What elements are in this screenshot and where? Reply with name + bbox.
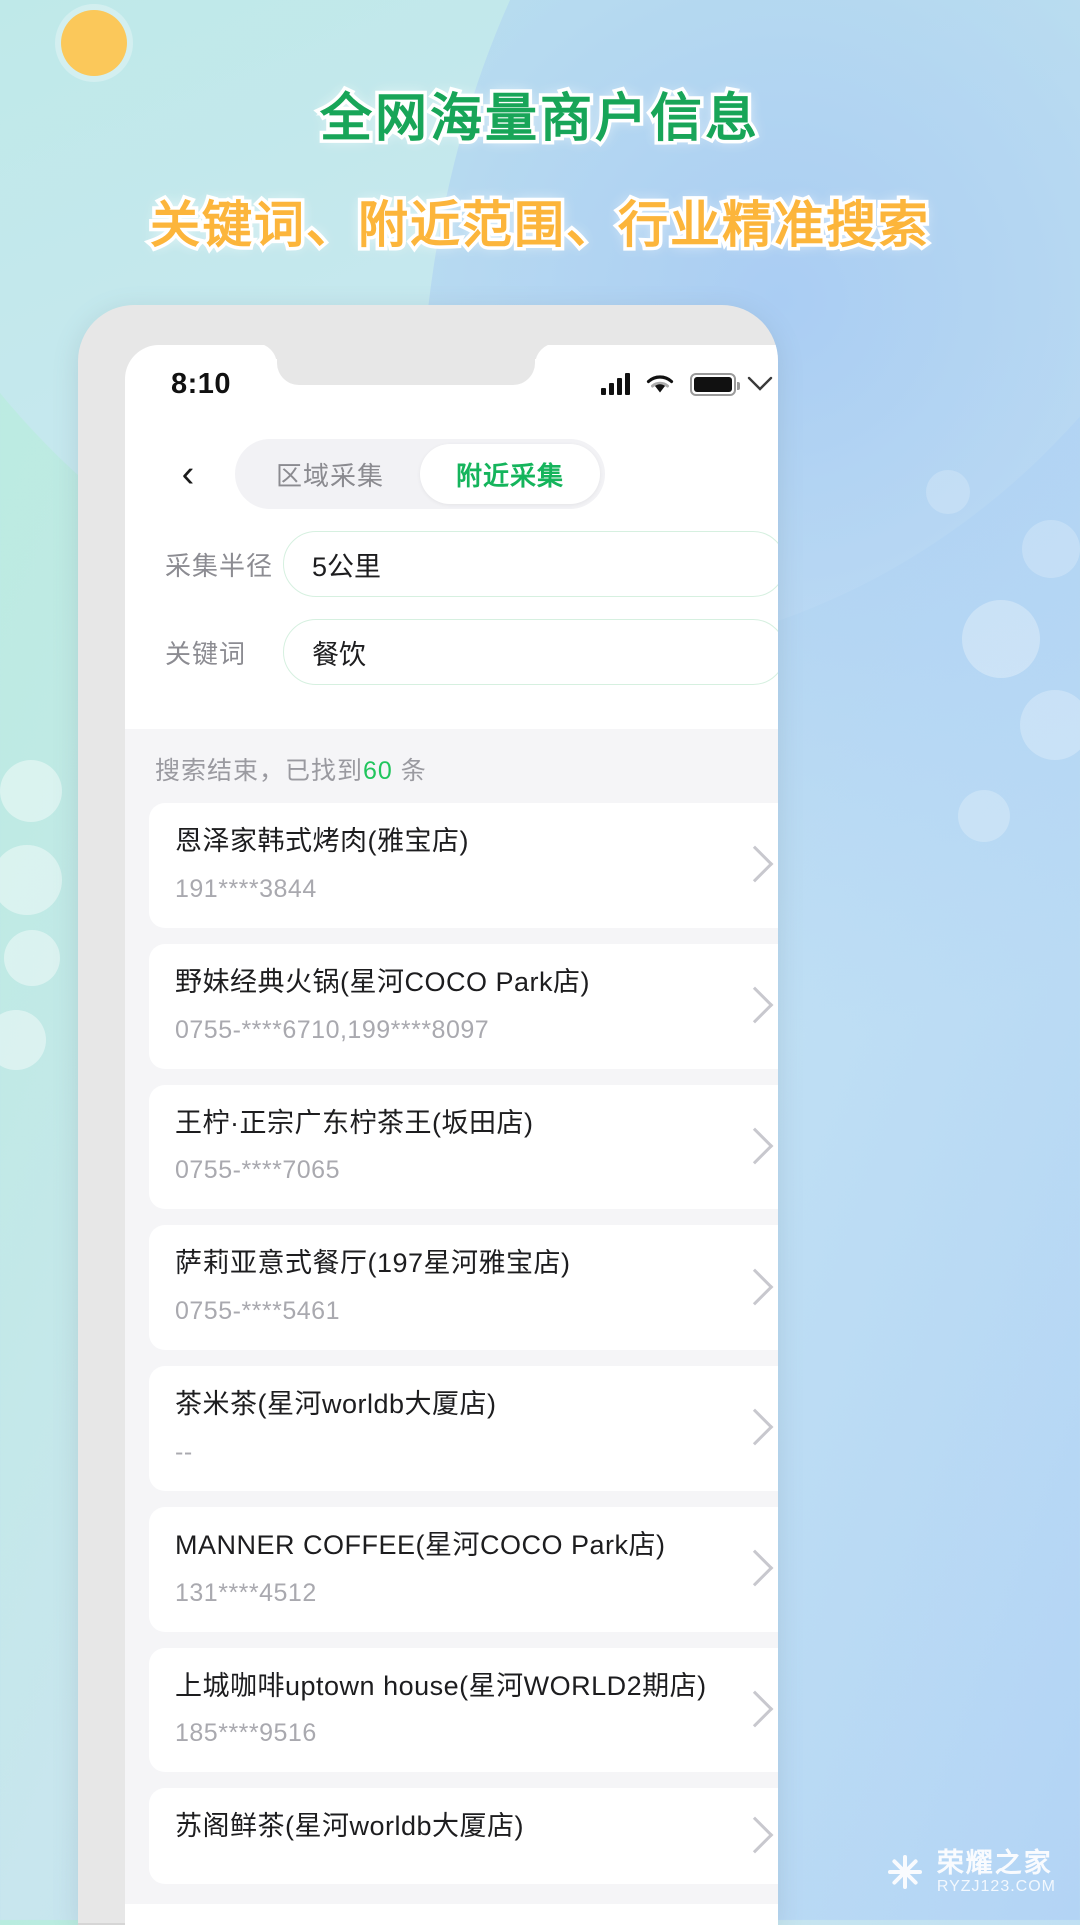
merchant-card[interactable]: 王柠·正宗广东柠茶王(坂田店) 0755-****7065 [149,1084,778,1210]
status-icons [601,372,774,396]
tab-area-collect[interactable]: 区域采集 [240,444,420,504]
battery-icon [690,372,740,396]
merchant-card[interactable]: 上城咖啡uptown house(星河WORLD2期店) 185****9516 [149,1647,778,1773]
field-radius: 采集半径 5公里 [165,531,778,597]
results-status-suffix: 条 [400,757,427,785]
phone-mockup: 8:10 ‹ 区域采集 附近采集 采集半径 5公里 关键词 餐饮 搜索结束，已找… [78,305,778,1925]
watermark-name: 荣耀之家 [936,1847,1053,1878]
decorative-dot [926,470,970,514]
promo-title: 全网海量商户信息 [316,87,760,152]
results-section: 搜索结束，已找到60 条 恩泽家韩式烤肉(雅宝店) 191****3844 野妹经典… [125,729,778,1904]
tab-nearby-collect[interactable]: 附近采集 [420,444,600,504]
status-time: 8:10 [171,367,232,400]
tab-switcher: 区域采集 附近采集 [235,439,605,509]
decorative-dot [4,930,60,986]
merchant-name: 王柠·正宗广东柠茶王(坂田店) [175,1107,534,1138]
merchant-name: 茶米茶(星河worldb大厦店) [175,1389,497,1419]
chevron-down-icon [747,376,773,391]
merchant-phone: 0755-****7065 [175,1156,340,1185]
merchant-info: 苏阁鲜茶(星河worldb大厦店) [175,1810,724,1860]
decorative-dot [0,760,62,822]
wifi-icon [646,375,674,393]
field-radius-label: 采集半径 [165,550,274,581]
merchant-name: 恩泽家韩式烤肉(雅宝店) [175,826,469,856]
phone-screen: 8:10 ‹ 区域采集 附近采集 采集半径 5公里 关键词 餐饮 搜索结束，已找… [125,345,778,1925]
merchant-name: MANNER COFFEE(星河COCO Park店) [175,1529,666,1560]
chevron-right-icon[interactable] [736,1408,774,1446]
results-status: 搜索结束，已找到60 条 [125,729,778,803]
merchant-phone: 191****3844 [175,874,317,903]
merchant-card[interactable]: 茶米茶(星河worldb大厦店) -- [149,1366,778,1491]
merchant-info: 恩泽家韩式烤肉(雅宝店) 191****3844 [175,825,724,904]
watermark: 荣耀之家 RYZJ123.COM [885,1847,1056,1896]
decorative-dot [958,790,1010,842]
chevron-right-icon[interactable] [736,845,774,883]
merchant-phone: 185****9516 [175,1719,317,1748]
nav-bar: ‹ 区域采集 附近采集 [125,417,778,525]
merchant-phone: -- [175,1437,193,1466]
merchant-card[interactable]: 萨莉亚意式餐厅(197星河雅宝店) 0755-****5461 [149,1225,778,1350]
decorative-dot [0,1010,46,1070]
merchant-card[interactable]: 野妹经典火锅(星河COCO Park店) 0755-****6710,199***… [149,943,778,1069]
merchant-list: 恩泽家韩式烤肉(雅宝店) 191****3844 野妹经典火锅(星河COCO Par… [125,803,778,1884]
decorative-dot [0,845,62,915]
chevron-left-icon[interactable]: ‹ [165,451,211,497]
status-bar: 8:10 [125,345,778,417]
signal-bars-icon [601,373,630,395]
merchant-info: 野妹经典火锅(星河COCO Park店) 0755-****6710,199***… [175,966,724,1045]
keyword-input[interactable]: 餐饮 [283,619,778,685]
phone-notch [255,345,557,385]
merchant-phone: 131****4512 [175,1578,317,1607]
decorative-dot [962,600,1040,678]
sun-icon [61,10,127,76]
chevron-right-icon[interactable] [736,1268,774,1306]
field-keyword-label: 关键词 [165,638,247,669]
merchant-name: 萨莉亚意式餐厅(197星河雅宝店) [175,1248,571,1279]
promo-headings: 全网海量商户信息 关键词、附近范围、行业精准搜索 [0,76,1080,257]
keyword-value: 餐饮 [312,639,366,670]
chevron-right-icon[interactable] [736,1127,774,1165]
results-count: 60 [363,757,393,785]
merchant-card[interactable]: MANNER COFFEE(星河COCO Park店) 131****4512 [149,1506,778,1632]
merchant-phone: 0755-****6710,199****8097 [175,1015,490,1044]
chevron-right-icon[interactable] [736,1816,774,1854]
merchant-name: 上城咖啡uptown house(星河WORLD2期店) [175,1670,707,1701]
merchant-card[interactable]: 苏阁鲜茶(星河worldb大厦店) [149,1788,778,1884]
merchant-info: 上城咖啡uptown house(星河WORLD2期店) 185****9516 [175,1670,724,1749]
decorative-dot [1022,520,1080,578]
merchant-name: 野妹经典火锅(星河COCO Park店) [175,966,590,997]
promo-subtitle: 关键词、附近范围、行业精准搜索 [147,194,932,257]
merchant-info: 萨莉亚意式餐厅(197星河雅宝店) 0755-****5461 [175,1247,724,1326]
chevron-right-icon[interactable] [736,1690,774,1728]
results-status-prefix: 搜索结束，已找到 [155,757,364,785]
merchant-info: 茶米茶(星河worldb大厦店) -- [175,1388,724,1467]
chevron-right-icon[interactable] [736,1549,774,1587]
field-keyword: 关键词 餐饮 [165,619,778,685]
watermark-text: 荣耀之家 RYZJ123.COM [936,1847,1056,1896]
radius-input[interactable]: 5公里 [283,531,778,597]
search-form: 采集半径 5公里 关键词 餐饮 [125,525,778,729]
watermark-url: RYZJ123.COM [936,1878,1056,1896]
merchant-info: MANNER COFFEE(星河COCO Park店) 131****4512 [175,1529,724,1608]
merchant-phone: 0755-****5461 [175,1297,340,1325]
merchant-info: 王柠·正宗广东柠茶王(坂田店) 0755-****7065 [175,1107,724,1186]
chevron-right-icon[interactable] [736,986,774,1024]
merchant-card[interactable]: 恩泽家韩式烤肉(雅宝店) 191****3844 [149,803,778,928]
radius-value: 5公里 [312,551,382,582]
sparkle-icon [885,1852,925,1892]
merchant-name: 苏阁鲜茶(星河worldb大厦店) [175,1811,525,1842]
